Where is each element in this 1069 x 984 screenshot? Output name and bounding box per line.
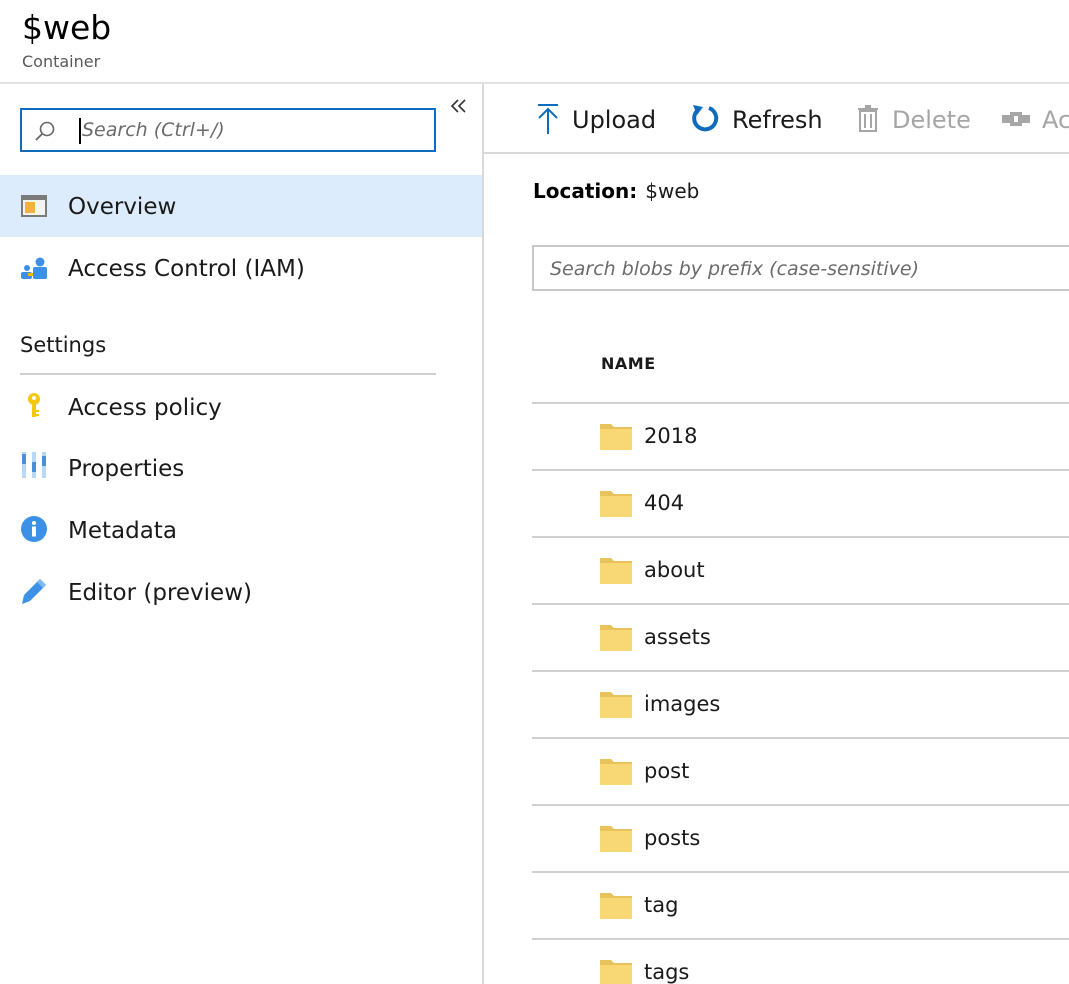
folder-name[interactable]: images [644, 691, 720, 717]
folder-name[interactable]: 2018 [644, 423, 697, 449]
refresh-button[interactable]: Refresh [689, 100, 829, 138]
properties-icon [22, 452, 46, 478]
table-row[interactable]: 2018 [532, 404, 1069, 469]
resource-menu: Overview Access Control (IAM) Settings A… [0, 84, 484, 984]
table-row[interactable]: tags [532, 940, 1069, 984]
nav-item-label: Access policy [68, 395, 222, 421]
table-row[interactable]: tag [532, 873, 1069, 938]
table-row[interactable]: posts [532, 806, 1069, 871]
nav-item-properties[interactable]: Properties [0, 437, 482, 499]
folder-name[interactable]: tags [644, 959, 689, 984]
folder-icon [600, 826, 632, 852]
upload-icon [538, 104, 558, 134]
blob-search-box[interactable] [532, 245, 1069, 291]
info-icon [21, 516, 47, 542]
table-row[interactable]: assets [532, 605, 1069, 670]
main-content: Upload Refresh Delete Ac Location: $web … [484, 84, 1069, 984]
section-divider [20, 373, 436, 375]
nav-item-access-control[interactable]: Access Control (IAM) [0, 237, 482, 299]
location-value: $web [645, 179, 700, 203]
search-icon [35, 121, 55, 141]
nav-item-label: Metadata [68, 518, 177, 544]
refresh-label: Refresh [732, 106, 823, 134]
iam-icon [21, 257, 47, 279]
folder-icon [600, 491, 632, 517]
folder-name[interactable]: tag [644, 892, 678, 918]
overview-icon [21, 195, 47, 217]
location-label: Location: [533, 179, 638, 203]
folder-name[interactable]: post [644, 758, 689, 784]
acquire-lease-label: Ac [1042, 106, 1069, 134]
table-row[interactable]: about [532, 538, 1069, 603]
folder-name[interactable]: about [644, 557, 705, 583]
folder-icon [600, 625, 632, 651]
table-row[interactable]: images [532, 672, 1069, 737]
collapse-menu-icon[interactable] [448, 96, 470, 118]
folder-name[interactable]: assets [644, 624, 711, 650]
page-subtitle: Container [22, 52, 101, 71]
folder-icon [600, 558, 632, 584]
menu-search-box[interactable] [20, 108, 436, 152]
delete-button[interactable]: Delete [854, 100, 974, 138]
nav-item-label: Overview [68, 194, 177, 220]
acquire-lease-button[interactable]: Ac [1000, 100, 1069, 138]
location-line: Location: $web [533, 179, 699, 203]
nav-item-access-policy[interactable]: Access policy [0, 376, 482, 438]
nav-item-editor[interactable]: Editor (preview) [0, 561, 482, 623]
table-row[interactable]: post [532, 739, 1069, 804]
page-title: $web [22, 8, 112, 47]
folder-icon [600, 692, 632, 718]
column-header-name[interactable]: NAME [601, 354, 656, 373]
folder-icon [600, 759, 632, 785]
lease-icon [1002, 112, 1030, 126]
upload-label: Upload [572, 106, 657, 134]
nav-item-metadata[interactable]: Metadata [0, 499, 482, 561]
upload-button[interactable]: Upload [534, 100, 664, 138]
text-caret [79, 118, 81, 144]
blob-search-input[interactable] [550, 255, 1069, 283]
refresh-icon [692, 105, 719, 132]
key-icon [28, 393, 40, 417]
nav-item-label: Properties [68, 456, 185, 482]
folder-name[interactable]: posts [644, 825, 700, 851]
pencil-icon [22, 579, 46, 604]
folder-icon [600, 424, 632, 450]
nav-item-overview[interactable]: Overview [0, 175, 482, 237]
folder-name[interactable]: 404 [644, 490, 684, 516]
trash-icon [858, 105, 878, 132]
menu-search-input[interactable] [82, 116, 422, 144]
command-bar: Upload Refresh Delete Ac [484, 84, 1069, 154]
nav-item-label: Editor (preview) [68, 580, 252, 606]
nav-item-label: Access Control (IAM) [68, 256, 305, 282]
folder-icon [600, 893, 632, 919]
page-header: $web Container [0, 0, 1069, 84]
folder-icon [600, 960, 632, 984]
settings-heading: Settings [20, 333, 107, 357]
table-row[interactable]: 404 [532, 471, 1069, 536]
delete-label: Delete [892, 106, 971, 134]
